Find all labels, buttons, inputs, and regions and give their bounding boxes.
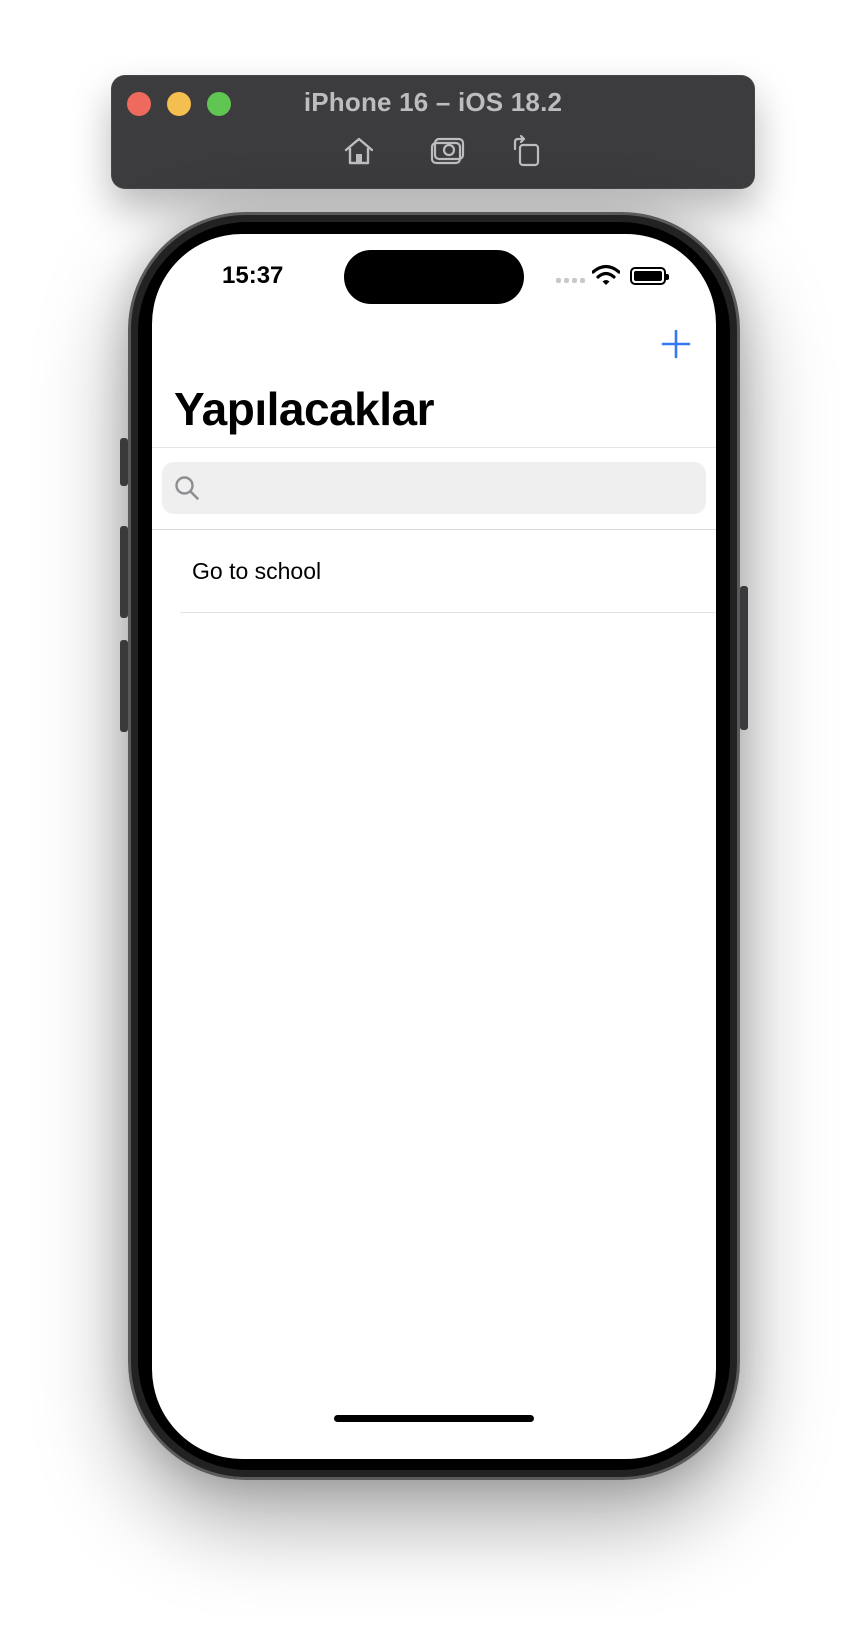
dynamic-island bbox=[344, 250, 524, 304]
simulator-title-bar: iPhone 16 – iOS 18.2 bbox=[111, 75, 755, 189]
row-separator bbox=[180, 612, 716, 613]
todo-title: Go to school bbox=[192, 558, 322, 584]
rotate-button[interactable] bbox=[509, 133, 545, 169]
home-button[interactable] bbox=[341, 133, 377, 169]
home-icon bbox=[344, 137, 374, 165]
wifi-icon bbox=[592, 264, 620, 285]
screenshot-button[interactable] bbox=[429, 133, 465, 169]
power-button bbox=[740, 586, 748, 730]
simulator-stage: iPhone 16 – iOS 18.2 15:37 Yapılacaklar … bbox=[0, 0, 866, 1632]
plus-icon bbox=[661, 329, 691, 359]
search-icon bbox=[175, 476, 199, 500]
volume-down-button bbox=[120, 640, 128, 732]
nav-divider bbox=[152, 447, 716, 448]
screenshot-icon bbox=[430, 137, 465, 165]
add-todo-button[interactable] bbox=[660, 328, 692, 360]
device-screen: 15:37 Yapılacaklar Go to school bbox=[152, 234, 716, 1459]
action-button bbox=[120, 438, 128, 486]
page-title: Yapılacaklar bbox=[174, 383, 434, 435]
home-indicator[interactable] bbox=[334, 1415, 534, 1422]
simulator-title: iPhone 16 – iOS 18.2 bbox=[303, 87, 563, 117]
search-input[interactable] bbox=[210, 462, 694, 514]
battery-icon bbox=[630, 267, 669, 285]
search-bar[interactable] bbox=[162, 462, 706, 514]
todo-row[interactable]: Go to school bbox=[152, 530, 716, 613]
volume-up-button bbox=[120, 526, 128, 618]
cellular-signal-icon bbox=[556, 278, 585, 283]
status-time: 15:37 bbox=[222, 262, 284, 289]
rotate-icon bbox=[513, 134, 540, 167]
